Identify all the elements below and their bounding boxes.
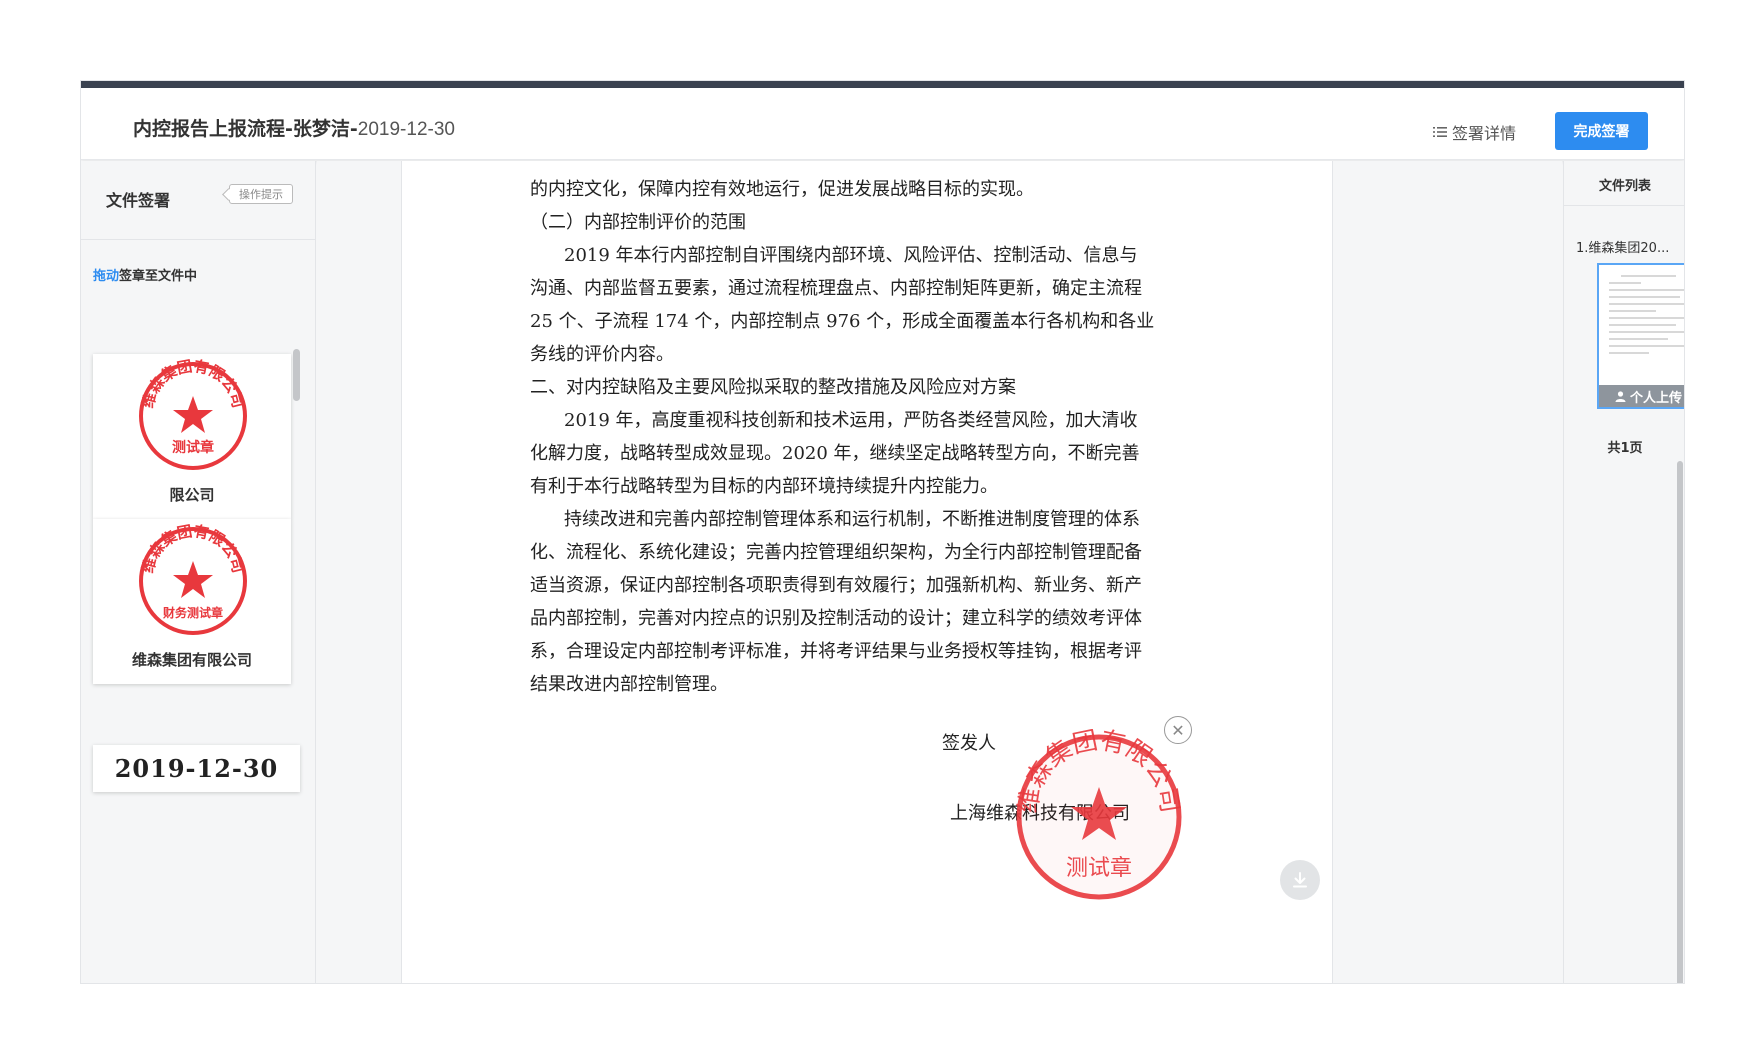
- placed-seal-bottom-text: 测试章: [1066, 856, 1132, 881]
- file-thumbnail[interactable]: 个人上传: [1597, 263, 1684, 409]
- drag-hint-text: 签章至文件中: [119, 269, 198, 284]
- remove-seal-close-icon[interactable]: ✕: [1164, 716, 1192, 744]
- doc-line: 务线的评价内容。: [530, 344, 674, 365]
- doc-line: 有利于本行战略转型为目标的内部环境持续提升内控能力。: [530, 476, 998, 497]
- doc-line: 2019 年，高度重视科技创新和技术运用，严防各类经营风险，加大清收: [564, 410, 1138, 431]
- user-icon: [1615, 390, 1626, 402]
- app-window: 内控报告上报流程-张梦洁-2019-12-30 签署详情 完成签署 文件签署 操…: [80, 80, 1685, 984]
- seal-bottom-text: 财务测试章: [162, 605, 223, 620]
- seal-name: 限公司: [169, 486, 215, 504]
- upload-badge: 个人上传: [1599, 385, 1684, 407]
- doc-line: 适当资源，保证内部控制各项职责得到有效履行；加强新机构、新业务、新产: [530, 575, 1142, 596]
- header: 内控报告上报流程-张梦洁-2019-12-30 签署详情 完成签署: [81, 88, 1684, 160]
- drag-hint: 拖动签章至文件中: [93, 265, 197, 284]
- download-icon: [1293, 872, 1307, 888]
- page-title: 内控报告上报流程-张梦洁-2019-12-30: [133, 114, 455, 141]
- divider: [81, 239, 315, 240]
- sidebar-title: 文件签署: [106, 191, 171, 210]
- upload-badge-label: 个人上传: [1629, 390, 1682, 406]
- divider: [1564, 205, 1684, 206]
- doc-line: 2019 年本行内部控制自评围绕内部环境、风险评估、控制活动、信息与: [564, 245, 1138, 266]
- doc-line: 化、流程化、系统化建设；完善内控管理组织架构，为全行内部控制管理配备: [530, 542, 1142, 563]
- doc-line: 25 个、子流程 174 个，内部控制点 976 个，形成全面覆盖本行各机构和各…: [530, 311, 1155, 332]
- red-finance-seal-icon: 维森集团有限公司 财务测试章: [139, 523, 247, 635]
- seal-sidebar: 文件签署 操作提示 拖动签章至文件中 维森集团有限公司 测试章 限公司 维森集团…: [81, 161, 316, 983]
- drag-hint-highlight: 拖动: [93, 269, 120, 284]
- red-company-seal-icon: 维森集团有限公司 测试章: [139, 358, 247, 470]
- page-count: 共1页: [1607, 441, 1643, 456]
- top-accent-bar: [81, 81, 1684, 88]
- document-viewer: 的内控文化，保障内控有效地运行，促进发展战略目标的实现。 （二）内部控制评价的范…: [317, 161, 1562, 983]
- seal-bottom-text: 测试章: [172, 439, 214, 456]
- thumbnail-preview: [1609, 275, 1684, 359]
- seal-card-finance[interactable]: 维森集团有限公司 财务测试章 维森集团有限公司: [93, 519, 291, 684]
- sidebar-scrollbar[interactable]: [293, 349, 300, 401]
- list-icon: [1433, 127, 1447, 137]
- doc-line: 的内控文化，保障内控有效地运行，促进发展战略目标的实现。: [530, 179, 1034, 200]
- sign-detail-label: 签署详情: [1452, 124, 1517, 143]
- file-list-panel: 文件列表 1.维森集团20... 个人上传 共1页: [1563, 161, 1684, 983]
- doc-line: 持续改进和完善内部控制管理体系和运行机制，不断推进制度管理的体系: [564, 509, 1140, 530]
- doc-line: （二）内部控制评价的范围: [530, 212, 746, 233]
- file-list-scrollbar[interactable]: [1677, 461, 1683, 983]
- finish-sign-button[interactable]: 完成签署: [1555, 112, 1648, 150]
- title-main: 内控报告上报流程-张梦洁-: [133, 118, 358, 140]
- signer-label: 签发人: [942, 733, 996, 754]
- operation-hint-button[interactable]: 操作提示: [229, 184, 293, 204]
- file-name[interactable]: 1.维森集团20...: [1576, 237, 1669, 256]
- document-page: 的内控文化，保障内控有效地运行，促进发展战略目标的实现。 （二）内部控制评价的范…: [401, 161, 1333, 983]
- doc-line: 结果改进内部控制管理。: [530, 674, 728, 695]
- doc-line: 品内部控制，完善对内控点的识别及控制活动的设计；建立科学的绩效考评体: [530, 608, 1142, 629]
- download-button[interactable]: [1280, 860, 1320, 900]
- doc-line: 沟通、内部监督五要素，通过流程梳理盘点、内部控制矩阵更新，确定主流程: [530, 278, 1142, 299]
- seal-card-test[interactable]: 维森集团有限公司 测试章 限公司: [93, 354, 291, 519]
- doc-line: 二、对内控缺陷及主要风险拟采取的整改措施及风险应对方案: [530, 377, 1016, 398]
- doc-line: 系，合理设定内部控制考评标准，并将考评结果与业务授权等挂钩，根据考评: [530, 641, 1142, 662]
- placed-company-seal-icon[interactable]: 维森集团有限公司 测试章: [1011, 729, 1187, 905]
- title-date: 2019-12-30: [357, 119, 455, 140]
- date-stamp-card[interactable]: 2019-12-30: [93, 745, 300, 792]
- doc-line: 化解力度，战略转型成效显现。2020 年，继续坚定战略转型方向，不断完善: [530, 443, 1140, 464]
- seal-name: 维森集团有限公司: [131, 651, 252, 669]
- sign-detail-button[interactable]: 签署详情: [1433, 120, 1516, 144]
- file-list-title: 文件列表: [1598, 179, 1651, 194]
